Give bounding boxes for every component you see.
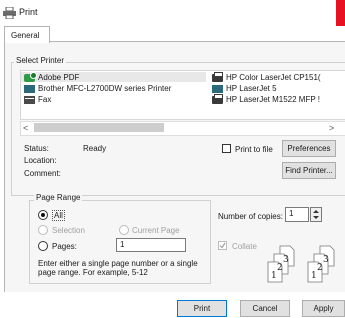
print-to-file-label: Print to file (235, 145, 273, 154)
svg-text:1: 1 (271, 271, 277, 281)
printer-label: Fax (38, 95, 52, 104)
preferences-button-label: Preferences (287, 144, 331, 153)
pages-label: Pages: (52, 242, 77, 251)
printer-label: HP Color LaserJet CP151( (226, 73, 321, 82)
pages-input[interactable]: 1 (116, 238, 186, 252)
all-radio[interactable] (38, 210, 48, 220)
svg-text:3: 3 (323, 255, 329, 265)
network-printer-icon (24, 84, 35, 93)
apply-button-label: Apply (313, 304, 334, 313)
printer-item-hp-laserjet-5[interactable]: HP LaserJet 5 (212, 84, 277, 93)
location-label: Location: (24, 156, 57, 165)
window-title: Print (19, 7, 38, 17)
spin-arrows-icon (313, 210, 319, 219)
page-range-title: Page Range (34, 193, 83, 202)
collate-pages-icon: 123 123 (267, 245, 335, 283)
copies-input[interactable]: 1 (285, 207, 309, 222)
close-button[interactable] (336, 0, 345, 26)
printer-item-hp-m1522[interactable]: HP LaserJet M1522 MFP ! (212, 93, 320, 104)
pdf-printer-icon (24, 71, 37, 82)
cancel-button-label: Cancel (252, 304, 278, 313)
fax-icon (24, 95, 35, 104)
print-button-label: Print (193, 304, 211, 313)
svg-text:3: 3 (283, 255, 289, 265)
printer-icon (212, 93, 223, 104)
check-icon (219, 242, 226, 249)
printer-label: HP LaserJet 5 (226, 84, 277, 93)
printer-icon (212, 71, 223, 82)
cancel-button[interactable]: Cancel (240, 300, 290, 317)
selection-label: Selection (52, 226, 85, 235)
select-printer-title: Select Printer (14, 56, 67, 65)
printer-label: HP LaserJet M1522 MFP ! (226, 95, 320, 104)
page-range-help-line1: Enter either a single page number or a s… (38, 259, 198, 268)
tab-general[interactable]: General (4, 26, 50, 43)
apply-button[interactable]: Apply (302, 300, 345, 317)
selection-radio[interactable] (38, 225, 48, 235)
current-page-radio[interactable] (119, 225, 129, 235)
all-label: All (52, 210, 65, 221)
print-to-file-checkbox[interactable] (222, 144, 231, 153)
status-label: Status: (24, 144, 49, 153)
printer-label: Adobe PDF (38, 73, 80, 82)
copies-label: Number of copies: (218, 212, 283, 221)
svg-text:2: 2 (277, 263, 283, 273)
collate-label: Collate (232, 242, 257, 251)
printer-item-brother[interactable]: Brother MFC-L2700DW series Printer (24, 84, 171, 93)
scrollbar-thumb[interactable] (34, 123, 164, 132)
preferences-button[interactable]: Preferences (282, 140, 336, 157)
network-printer-icon (212, 84, 223, 93)
status-value: Ready (83, 144, 107, 153)
print-button[interactable]: Print (177, 300, 227, 317)
page-range-help-line2: page range. For example, 5-12 (38, 268, 148, 277)
svg-text:1: 1 (311, 271, 317, 281)
printer-item-adobe-pdf[interactable]: Adobe PDF (24, 71, 80, 82)
scroll-right-button[interactable]: > (329, 123, 334, 133)
tab-label: General (11, 31, 40, 40)
printer-icon (3, 7, 16, 19)
copies-spinner[interactable] (310, 207, 322, 222)
comment-label: Comment: (24, 169, 61, 178)
printer-item-fax[interactable]: Fax (24, 95, 51, 104)
svg-text:2: 2 (317, 263, 323, 273)
printer-label: Brother MFC-L2700DW series Printer (38, 84, 172, 93)
scroll-left-button[interactable]: < (23, 123, 28, 133)
title-bar: Print (0, 0, 345, 26)
current-page-label: Current Page (132, 226, 180, 235)
find-printer-button-label: Find Printer... (285, 166, 333, 175)
pages-radio[interactable] (38, 241, 48, 251)
printer-item-hp-color[interactable]: HP Color LaserJet CP151( (212, 71, 321, 82)
collate-checkbox[interactable] (218, 241, 227, 250)
find-printer-button[interactable]: Find Printer... (282, 162, 336, 179)
